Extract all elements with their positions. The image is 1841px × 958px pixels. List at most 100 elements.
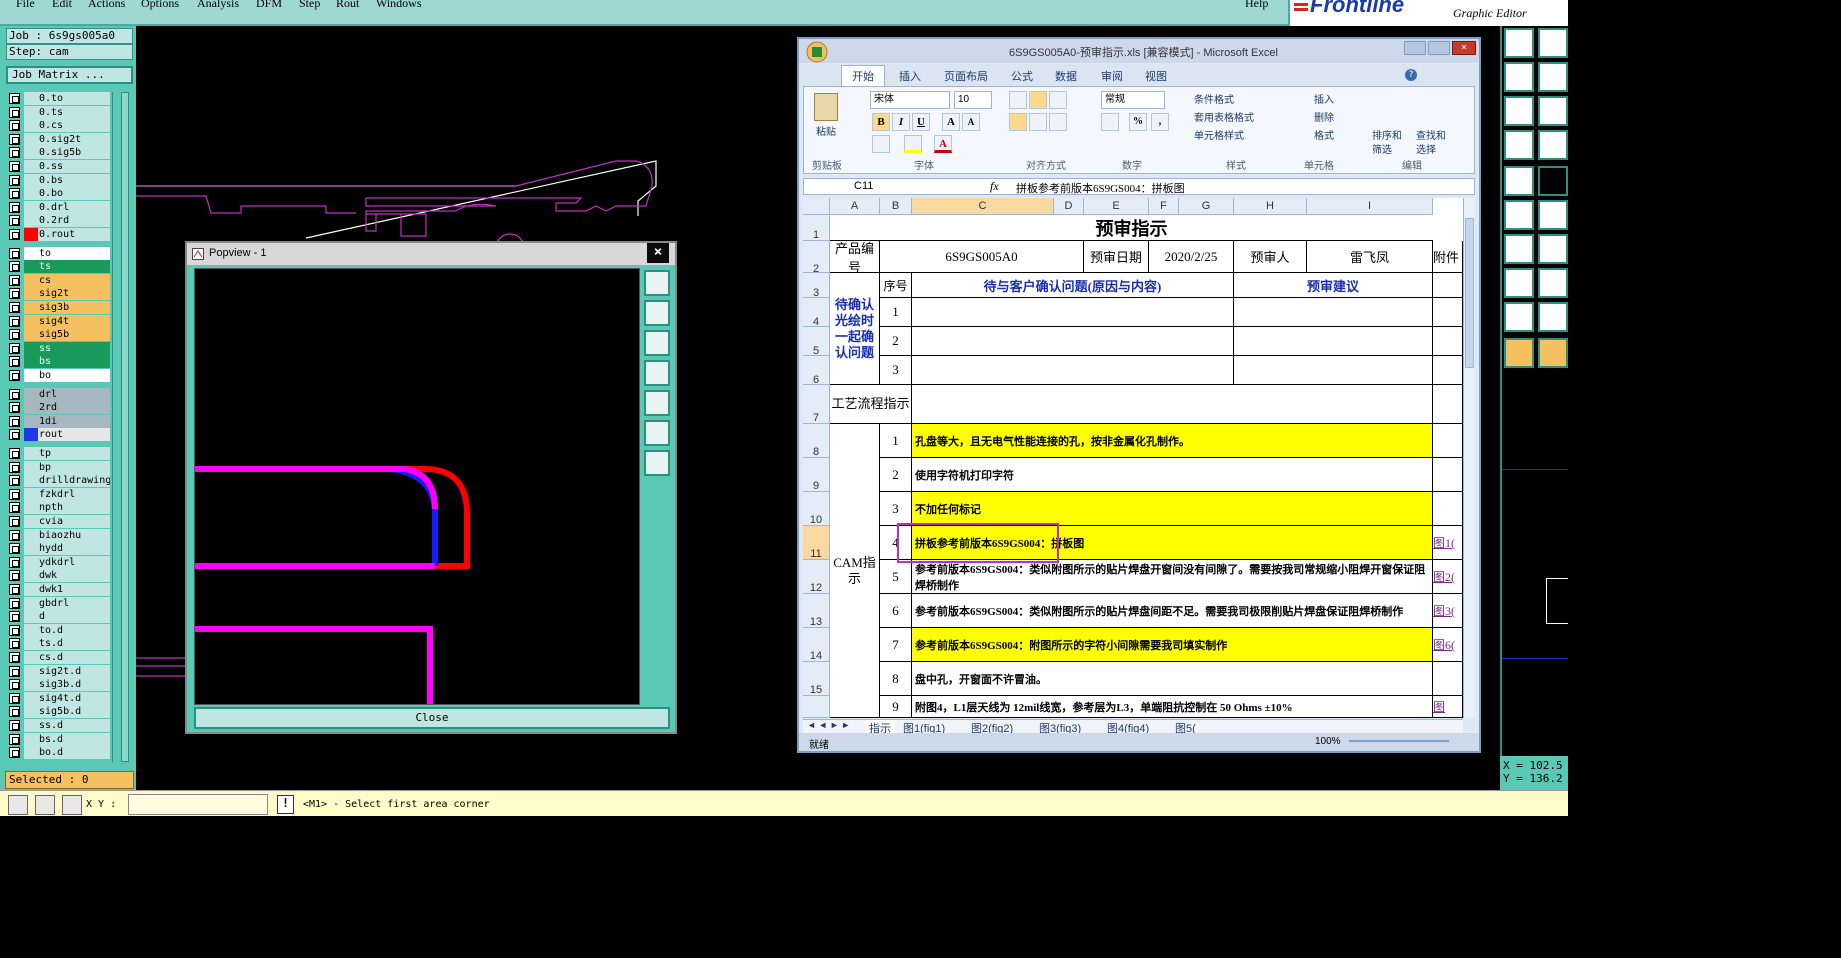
layer-checkbox[interactable] <box>9 247 20 259</box>
layer-checkbox[interactable] <box>9 370 20 381</box>
menu-step[interactable]: Step <box>299 0 320 11</box>
item-text[interactable]: 盘中孔，开窗面不许冒油。 <box>912 662 1433 696</box>
layer-color-swatch[interactable] <box>24 355 38 369</box>
layer-color-swatch[interactable] <box>24 637 38 651</box>
layer-color-swatch[interactable] <box>24 273 38 287</box>
layer-name[interactable]: bo.d <box>38 746 110 760</box>
align-right-icon[interactable] <box>1049 113 1067 131</box>
layer-checkbox[interactable] <box>9 388 20 400</box>
layer-color-swatch[interactable] <box>24 173 38 187</box>
layer-name[interactable]: bo <box>38 369 110 382</box>
menu-dfm[interactable]: DFM <box>256 0 282 11</box>
tool-bottom-1-icon[interactable] <box>8 795 28 815</box>
col-header[interactable]: D <box>1054 198 1084 215</box>
conditional-format-button[interactable]: 条件格式 <box>1194 91 1234 106</box>
layer-color-swatch[interactable] <box>24 501 38 515</box>
layer-checkbox[interactable] <box>9 302 20 313</box>
layer-name[interactable]: ts <box>38 260 110 274</box>
layer-row[interactable]: 0.bo <box>6 187 110 201</box>
item-number[interactable]: 8 <box>880 662 912 696</box>
close-icon[interactable]: × <box>1452 41 1476 55</box>
layer-row[interactable]: ts <box>6 260 110 274</box>
layer-color-swatch[interactable] <box>24 401 38 415</box>
tool-zoom-icon[interactable] <box>1538 96 1568 126</box>
layer-row[interactable]: bo <box>6 369 110 382</box>
layer-color-swatch[interactable] <box>24 260 38 274</box>
attachment-link[interactable] <box>1433 458 1463 492</box>
attachment-link[interactable]: 图1( <box>1433 526 1463 560</box>
warning-icon[interactable]: ! <box>277 795 294 814</box>
align-left-icon[interactable] <box>1009 113 1027 131</box>
layer-checkbox[interactable] <box>9 448 20 459</box>
currency-icon[interactable] <box>1101 113 1119 131</box>
layer-color-swatch[interactable] <box>24 246 38 260</box>
office-button-icon[interactable] <box>805 41 829 63</box>
tab-page-layout[interactable]: 页面布局 <box>944 68 988 84</box>
scroll-thumb[interactable] <box>1465 218 1474 368</box>
cut-icon[interactable] <box>848 93 860 105</box>
layer-checkbox[interactable] <box>9 261 20 273</box>
tool-probe-icon[interactable] <box>1538 130 1568 160</box>
layer-checkbox[interactable] <box>9 665 20 677</box>
tab-formulas[interactable]: 公式 <box>1011 68 1033 84</box>
layer-name[interactable]: dwk <box>38 569 110 583</box>
layer-row[interactable]: 0.rout <box>6 228 110 241</box>
layer-color-swatch[interactable] <box>24 447 38 460</box>
number-format-select[interactable]: 常规 <box>1101 91 1165 109</box>
layer-name[interactable]: cvia <box>38 515 110 528</box>
italic-button[interactable]: I <box>892 113 910 131</box>
row-header[interactable]: 11 <box>803 526 830 560</box>
layer-color-swatch[interactable] <box>24 428 38 442</box>
attachment-link[interactable] <box>1433 424 1463 458</box>
row-header[interactable]: 12 <box>803 560 830 594</box>
cell-style-button[interactable]: 单元格样式 <box>1194 127 1244 142</box>
mini-view[interactable] <box>1502 469 1568 659</box>
tool-right-icon[interactable] <box>1538 62 1568 92</box>
attachment-link[interactable] <box>1433 662 1463 696</box>
cam-label[interactable]: CAM指示 <box>830 424 880 718</box>
layer-name[interactable]: 0.bo <box>38 187 110 201</box>
table-format-button[interactable]: 套用表格格式 <box>1194 109 1254 124</box>
layer-row[interactable]: sig5b <box>6 328 110 342</box>
scroll-thumb[interactable] <box>121 92 129 762</box>
layer-color-swatch[interactable] <box>24 341 38 355</box>
layer-row[interactable]: sig4t.d <box>6 691 110 705</box>
tool-pointer2-icon[interactable] <box>1538 338 1568 368</box>
layer-name[interactable]: rout <box>38 428 110 442</box>
tool-bottom-2-icon[interactable] <box>35 795 55 815</box>
layer-name[interactable]: d <box>38 610 110 624</box>
layer-checkbox[interactable] <box>9 747 20 759</box>
layer-checkbox[interactable] <box>9 215 20 227</box>
layer-checkbox[interactable] <box>9 570 20 582</box>
tool-measure-icon[interactable] <box>1504 130 1534 160</box>
sheet-title[interactable]: 预审指示 <box>830 215 1433 241</box>
tool-hline-icon[interactable] <box>1538 268 1568 298</box>
table-cell[interactable] <box>912 356 1234 385</box>
layer-row[interactable]: 0.cs <box>6 119 110 133</box>
row-header[interactable]: 14 <box>803 628 830 662</box>
font-name-select[interactable]: 宋体 <box>870 91 950 109</box>
person-value[interactable]: 雷飞凤 <box>1307 241 1433 273</box>
layer-name[interactable]: sig3b.d <box>38 678 110 692</box>
item-number[interactable]: 2 <box>880 458 912 492</box>
layer-checkbox[interactable] <box>9 624 20 636</box>
layer-name[interactable]: ss.d <box>38 719 110 732</box>
layer-row[interactable]: ydkdrl <box>6 555 110 569</box>
pan-down-icon[interactable] <box>644 330 670 356</box>
layer-name[interactable]: 0.ss <box>38 160 110 173</box>
layer-color-swatch[interactable] <box>24 583 38 596</box>
item-number[interactable]: 9 <box>880 696 912 718</box>
item-number[interactable]: 6 <box>880 594 912 628</box>
attachment-link[interactable]: 图6( <box>1433 628 1463 662</box>
layer-name[interactable]: cs <box>38 273 110 287</box>
layer-color-swatch[interactable] <box>24 314 38 328</box>
close-icon[interactable]: × <box>647 243 669 263</box>
row-header[interactable]: 1 <box>803 215 830 241</box>
tool-triangle-icon[interactable] <box>1504 302 1534 332</box>
layer-row[interactable]: cs.d <box>6 651 110 664</box>
sheet-nav-icon[interactable]: ◄ ◄ ► ► <box>807 720 850 730</box>
sort-button[interactable]: 排序和 <box>1372 127 1402 142</box>
col-header[interactable]: A <box>830 198 880 215</box>
layer-name[interactable]: dwk1 <box>38 583 110 596</box>
grid-icon[interactable] <box>62 795 82 815</box>
